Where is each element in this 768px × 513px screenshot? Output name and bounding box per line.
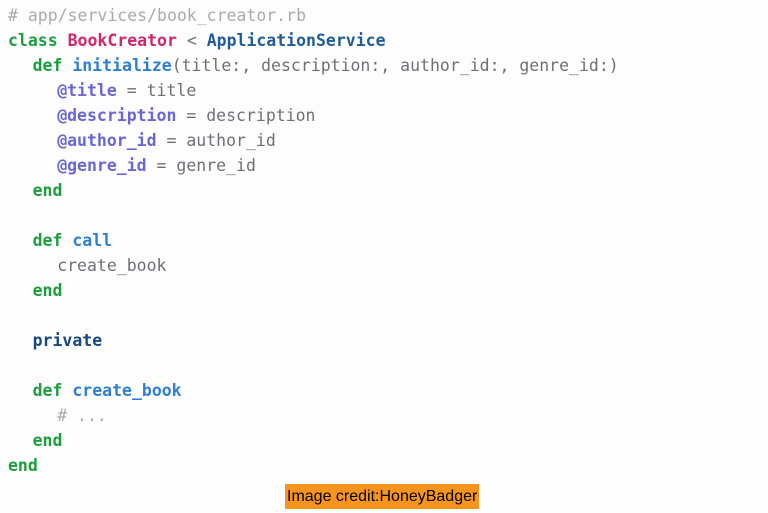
code-token-op: <: [186, 31, 197, 50]
code-line: @author_id = author_id: [0, 128, 768, 153]
code-block: # app/services/book_creator.rbclass Book…: [0, 0, 768, 478]
code-line: end: [0, 453, 768, 478]
code-line: @description = description: [0, 103, 768, 128]
code-token-plain: author_id: [186, 131, 276, 150]
code-token-op: =: [156, 156, 167, 175]
code-line: end: [0, 178, 768, 203]
code-line: @title = title: [0, 78, 768, 103]
code-token-plain: genre_id: [176, 156, 256, 175]
code-token-plain: description: [206, 106, 316, 125]
code-line: private: [0, 328, 768, 353]
code-line: class BookCreator < ApplicationService: [0, 28, 768, 53]
code-token-method: create_book: [72, 381, 182, 400]
code-token-ivar: @author_id: [57, 131, 157, 150]
code-token-op: =: [166, 131, 177, 150]
code-token-comment: # ...: [57, 406, 107, 425]
code-token-op: =: [186, 106, 197, 125]
code-token-comment: # app/services/book_creator.rb: [8, 6, 307, 25]
code-token-private: private: [32, 331, 103, 350]
code-token-plain: title: [146, 81, 197, 100]
code-token-plain: (title:, description:, author_id:, genre…: [171, 56, 619, 75]
code-token-keyword: end: [32, 281, 63, 300]
code-line: @genre_id = genre_id: [0, 153, 768, 178]
code-line: # ...: [0, 403, 768, 428]
image-credit-banner: Image credit:HoneyBadger: [285, 484, 480, 509]
code-token-keyword: def: [32, 231, 63, 250]
code-line: # app/services/book_creator.rb: [0, 3, 768, 28]
code-token-keyword: end: [8, 456, 38, 475]
code-token-ivar: @description: [57, 106, 177, 125]
code-line: end: [0, 278, 768, 303]
code-token-keyword: end: [32, 181, 63, 200]
code-line: def create_book: [0, 378, 768, 403]
code-token-keyword: class: [8, 31, 58, 50]
code-line: def call: [0, 228, 768, 253]
code-token-keyword: def: [32, 56, 63, 75]
code-token-keyword: end: [32, 431, 63, 450]
code-token-keyword: def: [32, 381, 63, 400]
code-token-method: call: [72, 231, 113, 250]
code-line: create_book: [0, 253, 768, 278]
code-line: end: [0, 428, 768, 453]
code-token-ivar: @title: [57, 81, 117, 100]
code-screenshot: # app/services/book_creator.rbclass Book…: [0, 0, 768, 513]
code-token-method: initialize: [72, 56, 172, 75]
code-token-const: ApplicationService: [206, 31, 386, 50]
code-token-op: =: [126, 81, 137, 100]
code-token-plain: create_book: [57, 256, 167, 275]
code-line: def initialize(title:, description:, aut…: [0, 53, 768, 78]
code-token-ivar: @genre_id: [57, 156, 147, 175]
code-token-class: BookCreator: [67, 31, 177, 50]
